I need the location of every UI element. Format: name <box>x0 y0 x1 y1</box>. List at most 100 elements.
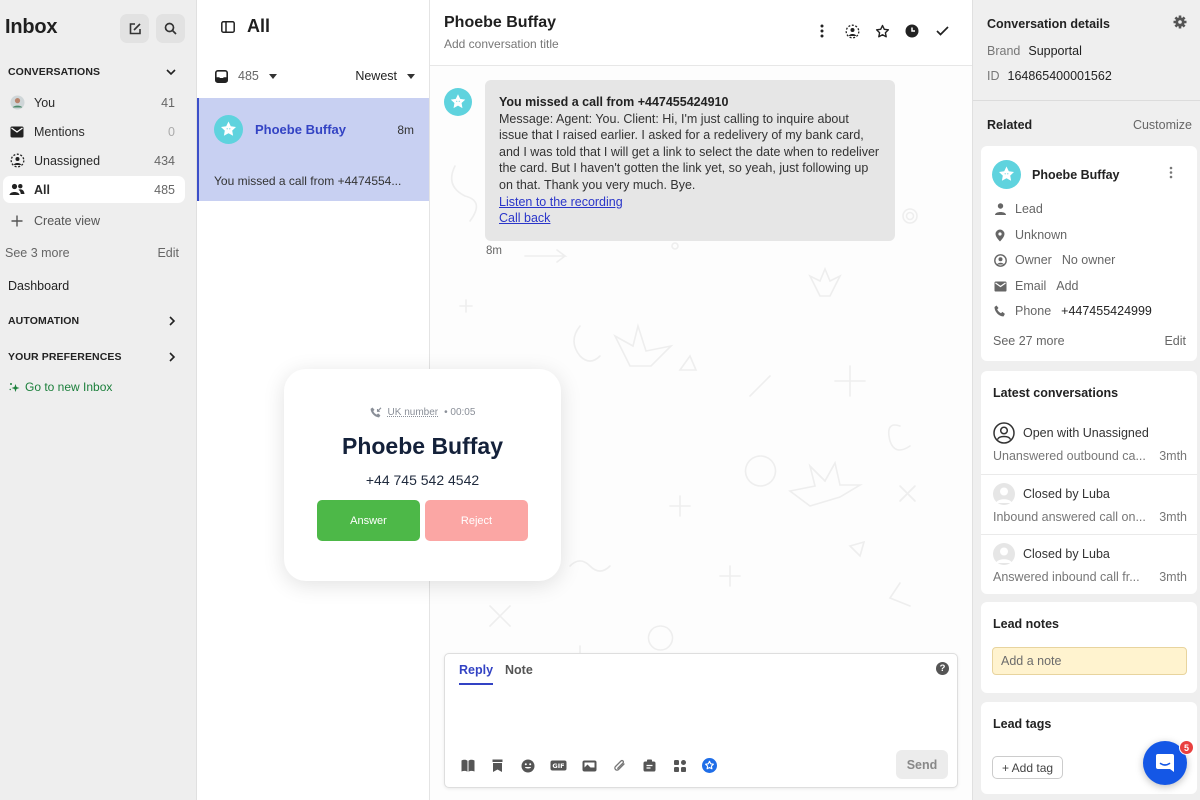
sidebar-item-count: 485 <box>154 182 175 197</box>
details-panel: Conversation details Brand Supportal ID … <box>972 0 1200 800</box>
tab-reply[interactable]: Reply <box>459 663 494 685</box>
call-meta: UK number • 00:05 <box>284 407 561 418</box>
contact-name[interactable]: Phoebe Buffay <box>1032 168 1120 182</box>
chevron-right-icon <box>169 352 176 362</box>
message-body: Message: Agent: You. Client: Hi, I'm jus… <box>499 111 880 192</box>
search-icon <box>164 22 177 35</box>
more-options-button[interactable] <box>814 22 830 40</box>
go-to-new-inbox-label: Go to new Inbox <box>25 380 113 394</box>
conversations-section-toggle[interactable]: CONVERSATIONS <box>8 66 176 78</box>
search-button[interactable] <box>156 14 185 43</box>
call-back-link[interactable]: Call back <box>499 210 881 227</box>
contact-type-row: Lead <box>993 202 1043 216</box>
saved-replies-button[interactable] <box>490 758 505 773</box>
related-title: Related <box>987 118 1033 132</box>
list-title: All <box>247 16 271 36</box>
see-more-link[interactable]: See 3 more <box>5 246 70 260</box>
bookmark-icon <box>492 759 503 772</box>
call-line-name[interactable]: UK number <box>388 407 439 418</box>
lead-tags-title: Lead tags <box>993 717 1052 731</box>
checkmark-icon <box>935 26 949 36</box>
sidebar-item-mentions[interactable]: Mentions 0 <box>3 118 185 145</box>
person-icon <box>993 202 1007 216</box>
preferences-section-toggle[interactable]: YOUR PREFERENCES <box>8 351 176 363</box>
conversation-status: Closed by Luba <box>1023 487 1110 501</box>
answer-button[interactable]: Answer <box>317 500 420 541</box>
conversation-time: 3mth <box>1159 449 1187 463</box>
add-tag-button[interactable]: + Add tag <box>992 756 1064 779</box>
dashboard-link[interactable]: Dashboard <box>8 279 182 293</box>
conversation-preview: Answered inbound call fr... <box>993 570 1140 584</box>
close-conversation-button[interactable] <box>934 22 950 40</box>
contact-location: Unknown <box>1015 228 1068 242</box>
conversation-name: Phoebe Buffay <box>255 122 347 137</box>
nav-header: Inbox <box>5 14 190 44</box>
phone-value[interactable]: +447455424999 <box>1061 304 1152 318</box>
send-button[interactable]: Send <box>896 750 948 779</box>
contact-type: Lead <box>1015 202 1043 216</box>
gif-button[interactable]: GIF <box>550 758 567 773</box>
more-vertical-icon[interactable] <box>1169 166 1173 179</box>
id-value: 164865400001562 <box>1007 69 1112 83</box>
unassigned-user-icon <box>993 422 1015 444</box>
go-to-new-inbox-link[interactable]: Go to new Inbox <box>8 380 112 394</box>
owner-value[interactable]: No owner <box>1062 253 1116 267</box>
automation-section-toggle[interactable]: AUTOMATION <box>8 315 176 327</box>
knowledge-base-button[interactable] <box>460 758 475 773</box>
ticket-button[interactable] <box>642 758 657 773</box>
preferences-label: YOUR PREFERENCES <box>8 351 122 363</box>
owner-label: Owner <box>1015 253 1052 267</box>
gear-icon[interactable] <box>1173 15 1187 29</box>
sidebar-item-label: Mentions <box>34 124 85 139</box>
snooze-button[interactable] <box>904 22 920 40</box>
conversation-time: 3mth <box>1159 570 1187 584</box>
list-item[interactable]: Open with Unassigned Unanswered outbound… <box>981 414 1197 474</box>
contact-avatar <box>214 115 243 147</box>
sidebar-item-unassigned[interactable]: Unassigned 434 <box>3 147 185 174</box>
add-note-input[interactable] <box>992 647 1187 675</box>
brand-row: Brand Supportal <box>987 44 1082 58</box>
ai-assist-button[interactable] <box>702 758 717 773</box>
emoji-button[interactable] <box>520 758 535 773</box>
compose-button[interactable] <box>120 14 149 43</box>
lead-notes-card: Lead notes <box>981 602 1197 693</box>
see-more-fields-link[interactable]: See 27 more <box>993 334 1065 348</box>
image-button[interactable] <box>582 758 597 773</box>
contact-owner-row: Owner No owner <box>993 253 1115 267</box>
attachment-button[interactable] <box>612 758 627 773</box>
star-button[interactable] <box>874 22 890 40</box>
id-row: ID 164865400001562 <box>987 69 1112 83</box>
customize-link[interactable]: Customize <box>1133 118 1192 132</box>
sidebar-item-you[interactable]: You 41 <box>3 89 185 116</box>
edit-views-link[interactable]: Edit <box>157 246 179 260</box>
conversation-title: Phoebe Buffay <box>444 14 557 31</box>
incoming-call-popup: UK number • 00:05 Phoebe Buffay +44 745 … <box>284 369 561 581</box>
compose-icon <box>129 22 141 34</box>
agent-avatar-icon <box>993 543 1015 565</box>
sidebar-toggle-icon[interactable] <box>221 20 235 33</box>
list-item[interactable]: Closed by Luba Inbound answered call on.… <box>981 474 1197 534</box>
listen-recording-link[interactable]: Listen to the recording <box>499 194 881 211</box>
sidebar-item-all[interactable]: All 485 <box>3 176 185 203</box>
header-actions <box>814 22 950 40</box>
apps-button[interactable] <box>672 758 687 773</box>
conversation-preview: Unanswered outbound ca... <box>993 449 1146 463</box>
details-title: Conversation details <box>987 17 1110 31</box>
edit-contact-link[interactable]: Edit <box>1164 334 1186 348</box>
list-item[interactable]: Phoebe Buffay 8m You missed a call from … <box>197 98 429 201</box>
add-conversation-title-link[interactable]: Add conversation title <box>444 37 559 51</box>
reject-button[interactable]: Reject <box>425 500 528 541</box>
help-icon[interactable]: ? <box>936 662 949 675</box>
assign-button[interactable] <box>844 22 860 40</box>
add-email-link[interactable]: Add <box>1056 279 1078 293</box>
sort-dropdown[interactable]: Newest <box>355 69 415 83</box>
tab-note[interactable]: Note <box>505 663 533 677</box>
conversation-header: Phoebe Buffay Add conversation title <box>430 0 972 66</box>
chevron-right-icon <box>169 316 176 326</box>
reply-composer: Reply Note ? GIF Send <box>444 653 958 788</box>
list-item[interactable]: Closed by Luba Answered inbound call fr.… <box>981 534 1197 594</box>
reply-input[interactable] <box>459 694 939 744</box>
sidebar-item-label: All <box>34 182 50 197</box>
create-view-button[interactable]: Create view <box>3 207 185 234</box>
status-filter-dropdown[interactable]: 485 <box>215 69 277 83</box>
